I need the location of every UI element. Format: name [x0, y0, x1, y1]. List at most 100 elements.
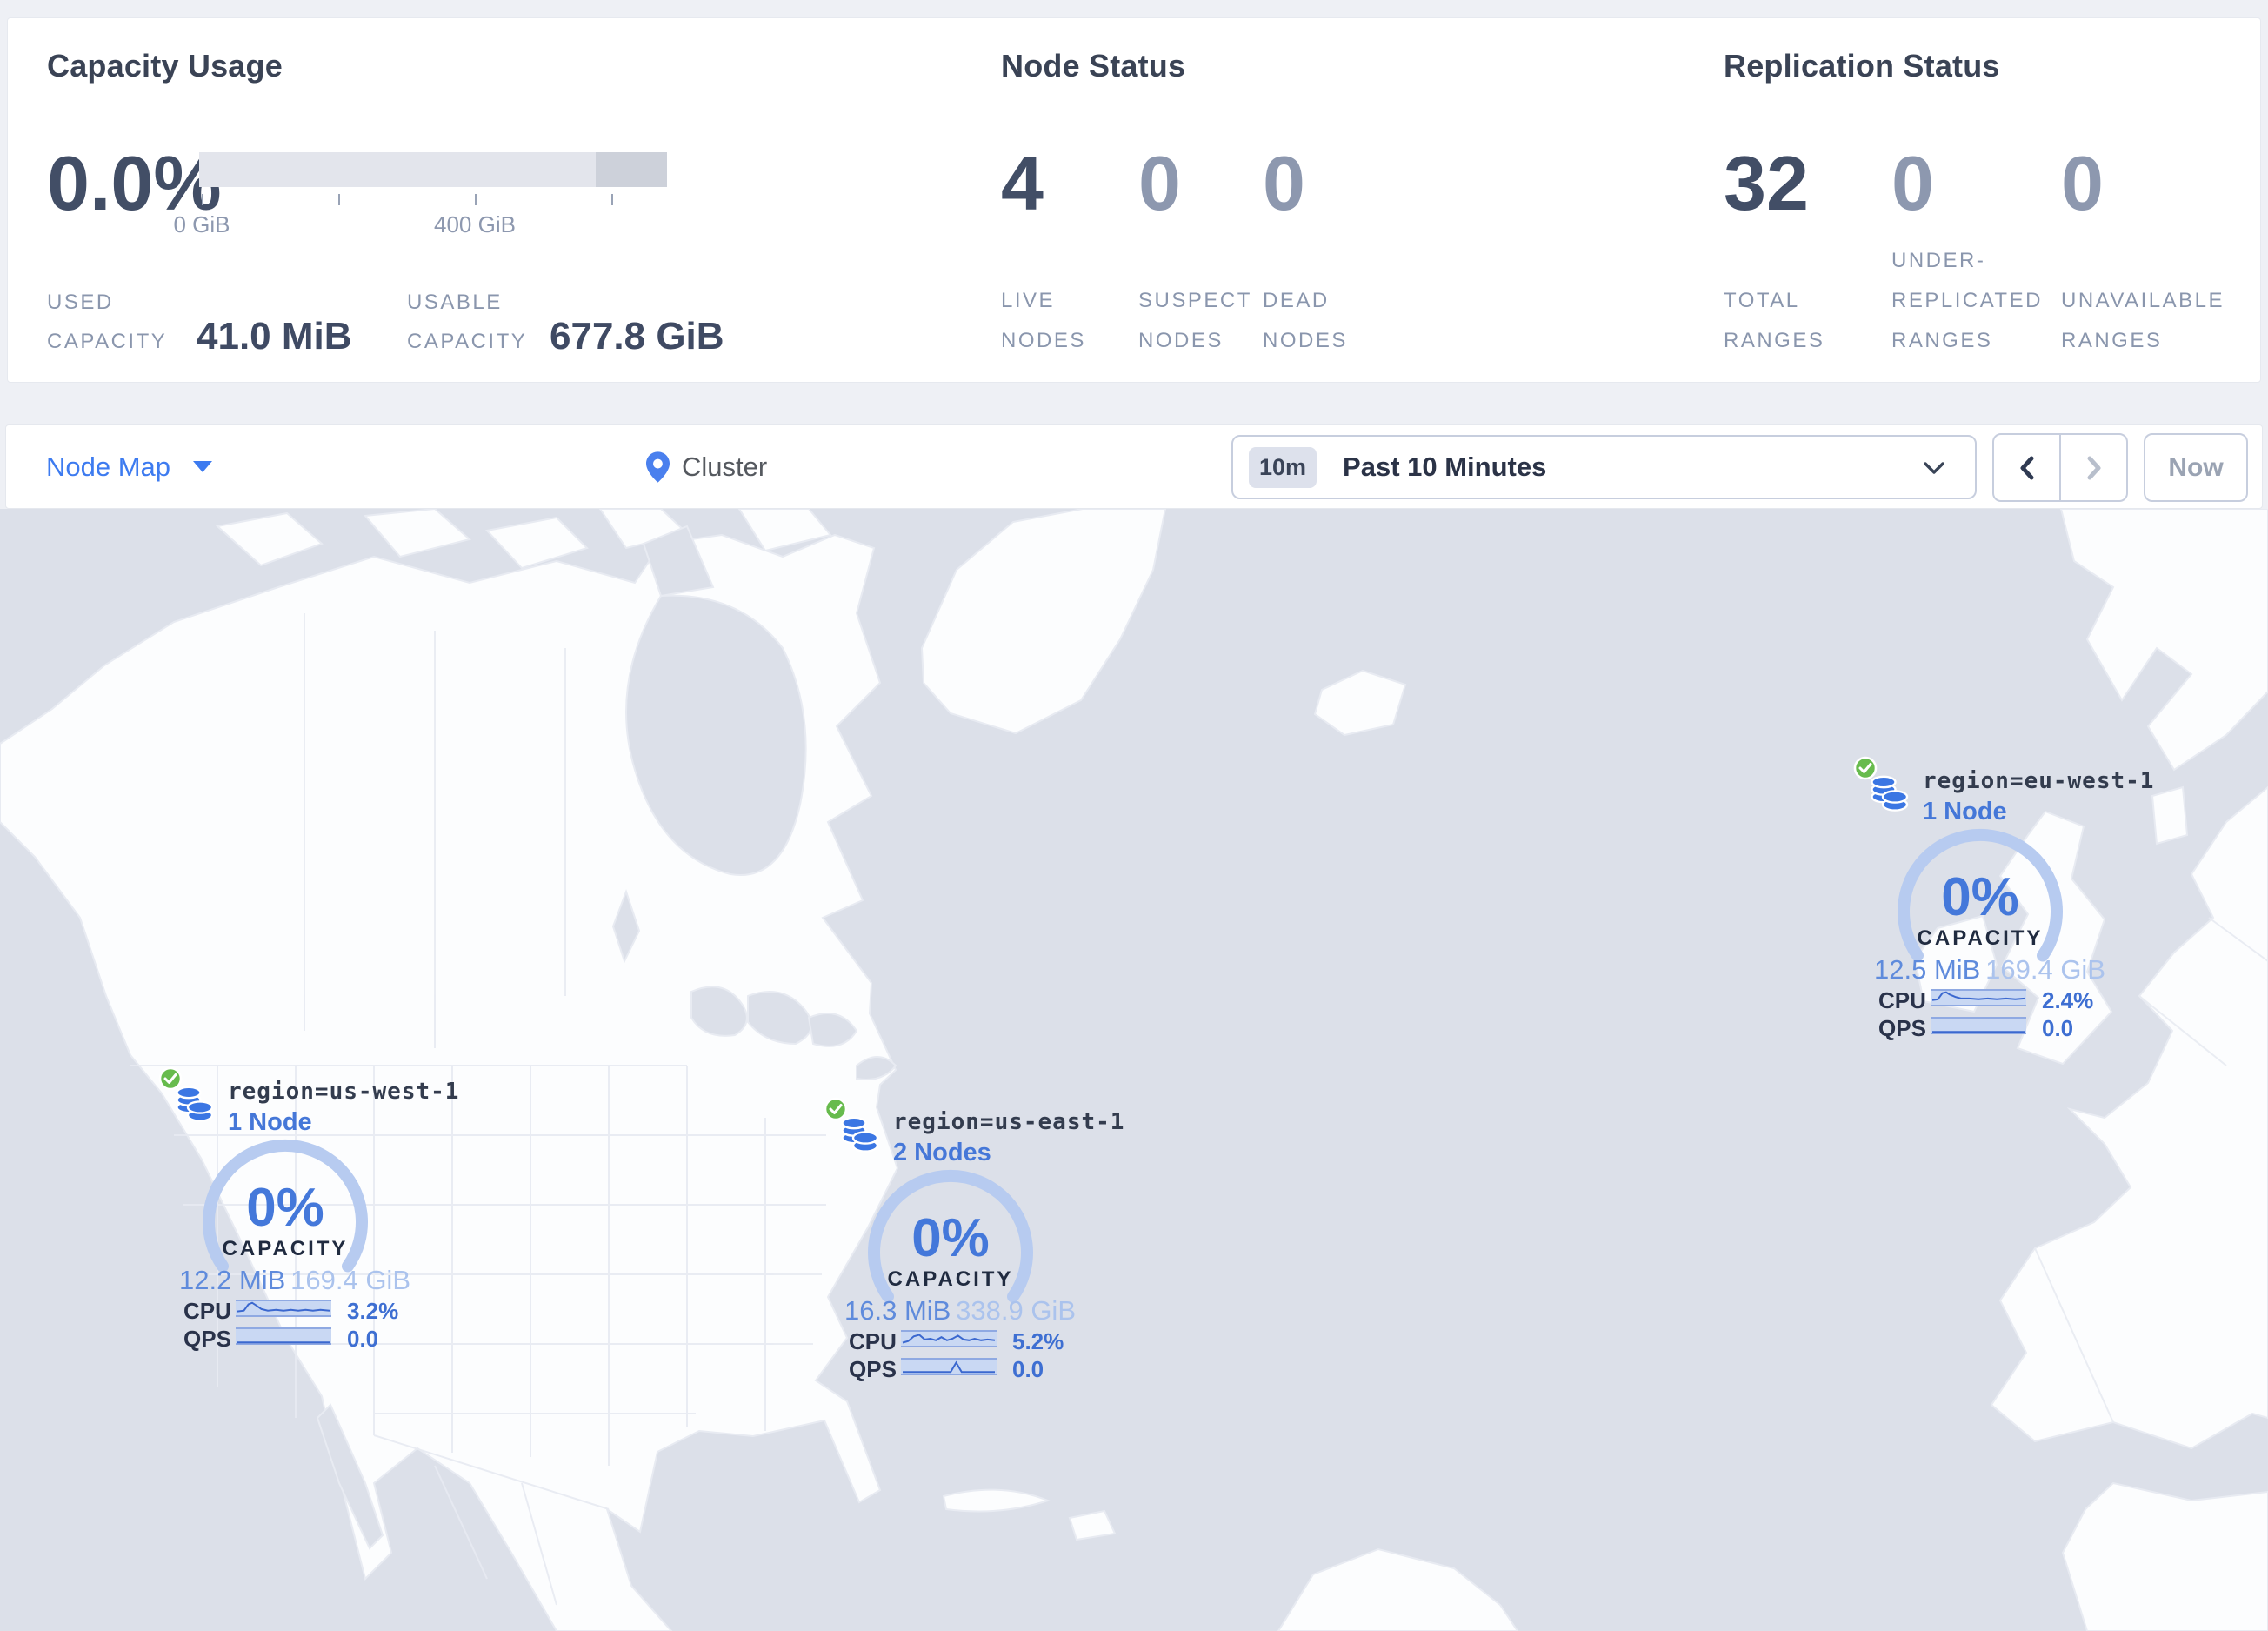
capacity-min-max: 16.3 MiB 338.9 GiB	[844, 1295, 1076, 1327]
replication-status-values: 32 TOTAL RANGES 0 UNDER- REPLICATED RANGES 0 UNA…	[1724, 18, 2252, 384]
stat-value: 4	[1001, 140, 1044, 226]
qps-metric-row: QPS 0.0	[849, 1356, 1092, 1382]
now-button[interactable]: Now	[2144, 433, 2248, 502]
replication-status-section: Replication Status 32 TOTAL RANGES 0 UNDER- R…	[1724, 18, 2254, 384]
stat-label: TOTAL RANGES	[1724, 289, 1825, 352]
region-card[interactable]: region=eu-west-1 1 Node 0% CAPACITY 12.5…	[1850, 751, 2153, 1046]
region-capacity-percent: 0%	[911, 1208, 990, 1268]
region-node-count: 1 Node	[228, 1108, 312, 1136]
cpu-value: 2.4%	[2042, 987, 2094, 1013]
stat-item: 0 UNDER- REPLICATED RANGES	[1891, 18, 2061, 384]
caret-down-icon	[193, 461, 213, 472]
chevron-right-icon	[2087, 456, 2100, 479]
time-step-buttons	[1992, 433, 2128, 502]
region-card[interactable]: region=us-east-1 2 Nodes 0% CAPACITY 16.…	[820, 1092, 1124, 1387]
region-capacity-percent: 0%	[246, 1178, 324, 1238]
node-status-values: 4 LIVE NODES 0 SUSPECT NODES 0 DEAD NODES	[1001, 18, 1402, 384]
used-capacity-label: USED CAPACITY	[47, 291, 168, 353]
qps-sparkline	[901, 1358, 997, 1375]
cpu-label: CPU	[1878, 987, 1926, 1013]
region-total-capacity: 169.4 GiB	[290, 1265, 410, 1295]
axis-tick	[475, 194, 477, 205]
stat-label: UNAVAILABLE RANGES	[2061, 289, 2225, 352]
used-capacity-value: 41.0 MiB	[197, 315, 352, 358]
qps-sparkline	[236, 1327, 331, 1345]
region-title: region=us-west-1	[228, 1079, 460, 1105]
database-nodes-icon	[841, 1116, 879, 1153]
capacity-min-max: 12.2 MiB 169.4 GiB	[179, 1265, 410, 1296]
region-card[interactable]: region=us-west-1 1 Node 0% CAPACITY 12.2…	[155, 1061, 458, 1357]
view-selector-dropdown[interactable]: Node Map	[46, 425, 213, 508]
capacity-bar-chart: 0 GiB 400 GiB	[173, 152, 686, 257]
cluster-node-map-page: Capacity Usage 0.0% 0 GiB 400 GiB USED C…	[0, 0, 2268, 1631]
stat-label: UNDER- REPLICATED RANGES	[1891, 249, 2043, 352]
stat-label: DEAD NODES	[1263, 289, 1348, 352]
stat-value: 0	[1891, 140, 1934, 226]
view-selector-label: Node Map	[46, 451, 171, 482]
usable-capacity-value: 677.8 GiB	[550, 315, 724, 358]
capacity-usage-percent: 0.0%	[47, 140, 222, 226]
breadcrumb[interactable]: Cluster	[646, 425, 767, 508]
cluster-summary-bar: Capacity Usage 0.0% 0 GiB 400 GiB USED C…	[7, 17, 2261, 383]
chevron-down-icon	[1924, 462, 1944, 474]
stat-value: 0	[1263, 140, 1305, 226]
qps-label: QPS	[183, 1326, 231, 1352]
stat-item: 4 LIVE NODES	[1001, 18, 1138, 384]
stat-value: 0	[2061, 140, 2104, 226]
qps-value: 0.0	[347, 1326, 379, 1352]
cpu-sparkline	[1931, 989, 2026, 1006]
capacity-usage-title: Capacity Usage	[47, 48, 283, 84]
stat-value: 32	[1724, 140, 1809, 226]
region-title: region=eu-west-1	[1923, 768, 2155, 794]
time-back-button[interactable]	[1994, 435, 2059, 500]
map-toolbar: Node Map Cluster 10m Past 10 Minutes Now	[5, 424, 2263, 509]
capacity-bar-other-segment	[596, 152, 667, 187]
region-used-capacity: 12.5 MiB	[1874, 954, 1981, 985]
time-forward-button[interactable]	[2059, 435, 2126, 500]
axis-tick	[202, 194, 203, 205]
cpu-metric-row: CPU 2.4%	[1878, 987, 2122, 1013]
stat-item: 0 UNAVAILABLE RANGES	[2061, 18, 2252, 384]
usable-capacity-label: USABLE CAPACITY	[407, 291, 528, 353]
database-nodes-icon	[176, 1086, 214, 1122]
axis-tick-label: 400 GiB	[434, 211, 516, 237]
cpu-metric-row: CPU 3.2%	[183, 1298, 427, 1324]
capacity-bar-track	[199, 152, 667, 187]
qps-value: 0.0	[2042, 1015, 2074, 1041]
region-node-count: 1 Node	[1923, 798, 2007, 826]
capacity-gauge-label: CAPACITY	[1917, 926, 2044, 950]
region-node-count: 2 Nodes	[893, 1139, 991, 1166]
capacity-gauge-label: CAPACITY	[887, 1267, 1014, 1291]
time-range-dropdown[interactable]: 10m Past 10 Minutes	[1231, 435, 1977, 499]
capacity-details: USED CAPACITY 41.0 MiB USABLE CAPACITY 6…	[47, 283, 724, 361]
region-total-capacity: 169.4 GiB	[1985, 954, 2105, 985]
qps-metric-row: QPS 0.0	[1878, 1015, 2122, 1041]
stat-label: SUSPECT NODES	[1138, 289, 1252, 352]
stat-label: LIVE NODES	[1001, 289, 1086, 352]
qps-label: QPS	[1878, 1015, 1926, 1041]
region-title: region=us-east-1	[893, 1109, 1125, 1135]
cpu-label: CPU	[183, 1298, 231, 1324]
qps-sparkline	[1931, 1017, 2026, 1034]
cpu-label: CPU	[849, 1328, 897, 1354]
region-total-capacity: 338.9 GiB	[956, 1295, 1076, 1326]
cpu-sparkline	[236, 1300, 331, 1317]
map-pin-icon	[646, 451, 670, 483]
cpu-value: 3.2%	[347, 1298, 399, 1324]
chevron-left-icon	[2020, 456, 2033, 479]
axis-tick-label: 0 GiB	[173, 211, 230, 237]
region-used-capacity: 12.2 MiB	[179, 1265, 286, 1295]
breadcrumb-label: Cluster	[682, 451, 768, 482]
stat-item: 32 TOTAL RANGES	[1724, 18, 1891, 384]
capacity-gauge-label: CAPACITY	[222, 1237, 349, 1260]
stat-item: 0 SUSPECT NODES	[1138, 18, 1263, 384]
qps-label: QPS	[849, 1356, 897, 1382]
cpu-metric-row: CPU 5.2%	[849, 1328, 1092, 1354]
cpu-value: 5.2%	[1012, 1328, 1064, 1354]
cpu-sparkline	[901, 1330, 997, 1347]
stat-value: 0	[1138, 140, 1181, 226]
stat-item: 0 DEAD NODES	[1263, 18, 1402, 384]
time-range-badge: 10m	[1249, 446, 1317, 488]
node-status-section: Node Status 4 LIVE NODES 0 SUSPECT NODES 0 DEAD…	[1001, 18, 1610, 384]
qps-metric-row: QPS 0.0	[183, 1326, 427, 1352]
